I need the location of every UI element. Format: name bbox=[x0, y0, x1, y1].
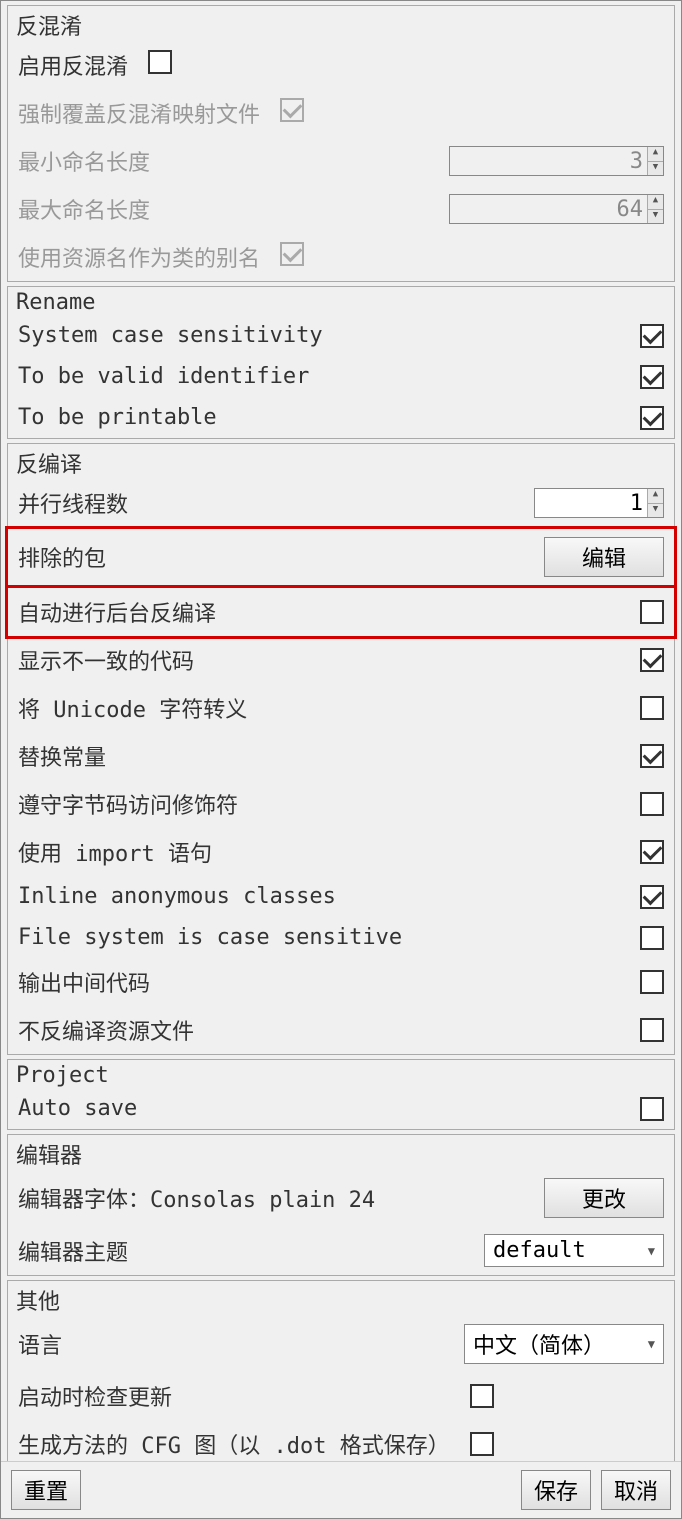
label-editor-theme: 编辑器主题 bbox=[18, 1235, 128, 1267]
section-other: 其他 语言 中文（简体） ▼ 启动时检查更新 生成方法的 CFG 图（以 .do… bbox=[7, 1280, 675, 1461]
checkbox-auto-bg[interactable] bbox=[640, 600, 664, 624]
checkbox-inline-anon[interactable] bbox=[640, 885, 664, 909]
checkbox-gen-cfg-dot[interactable] bbox=[470, 1432, 494, 1456]
section-title-editor: 编辑器 bbox=[8, 1135, 674, 1170]
checkbox-use-res-name bbox=[280, 242, 304, 266]
section-title-decomp: 反编译 bbox=[8, 444, 674, 479]
label-valid-id: To be valid identifier bbox=[18, 364, 309, 389]
footer: 重置 保存 取消 bbox=[1, 1461, 681, 1518]
select-theme[interactable]: default ▼ bbox=[484, 1234, 664, 1267]
checkbox-auto-save[interactable] bbox=[640, 1097, 664, 1121]
label-no-decomp-res: 不反编译资源文件 bbox=[18, 1014, 194, 1046]
label-output-intermediate: 输出中间代码 bbox=[18, 966, 150, 998]
checkbox-no-decomp-res[interactable] bbox=[640, 1018, 664, 1042]
section-editor: 编辑器 编辑器字体：Consolas plain 24 更改 编辑器主题 def… bbox=[7, 1134, 675, 1276]
label-respect-access: 遵守字节码访问修饰符 bbox=[18, 788, 238, 820]
section-title-other: 其他 bbox=[8, 1281, 674, 1316]
section-rename: Rename System case sensitivity To be val… bbox=[7, 286, 675, 439]
checkbox-case-sens[interactable] bbox=[640, 324, 664, 348]
label-use-import: 使用 import 语句 bbox=[18, 836, 212, 868]
label-auto-save: Auto save bbox=[18, 1096, 137, 1121]
chevron-down-icon: ▼ bbox=[648, 1244, 655, 1258]
label-inline-anon: Inline anonymous classes bbox=[18, 884, 336, 909]
label-case-sens: System case sensitivity bbox=[18, 323, 323, 348]
checkbox-check-update[interactable] bbox=[470, 1384, 494, 1408]
label-fs-case-sens: File system is case sensitive bbox=[18, 925, 402, 950]
label-threads: 并行线程数 bbox=[18, 487, 128, 519]
section-project: Project Auto save bbox=[7, 1059, 675, 1130]
checkbox-force-overwrite bbox=[280, 98, 304, 122]
spinner-up-icon: ▲ bbox=[648, 147, 663, 162]
section-title-rename: Rename bbox=[8, 287, 674, 315]
label-language: 语言 bbox=[18, 1328, 62, 1360]
label-check-update: 启动时检查更新 bbox=[18, 1380, 172, 1412]
spinner-threads[interactable]: 1 ▲▼ bbox=[534, 488, 664, 518]
spinner-down-icon: ▼ bbox=[648, 210, 663, 224]
checkbox-printable[interactable] bbox=[640, 406, 664, 430]
section-title-deobf: 反混淆 bbox=[8, 6, 674, 41]
label-max-len: 最大命名长度 bbox=[18, 193, 150, 225]
checkbox-enable-deobf[interactable] bbox=[148, 50, 172, 74]
label-excluded: 排除的包 bbox=[18, 541, 106, 573]
label-enable-deobf: 启用反混淆 bbox=[18, 49, 128, 81]
label-editor-font: 编辑器字体：Consolas plain 24 bbox=[18, 1182, 375, 1214]
checkbox-valid-id[interactable] bbox=[640, 365, 664, 389]
checkbox-fs-case-sens[interactable] bbox=[640, 926, 664, 950]
reset-button[interactable]: 重置 bbox=[11, 1470, 81, 1510]
spinner-down-icon: ▼ bbox=[648, 162, 663, 176]
label-show-inconsistent: 显示不一致的代码 bbox=[18, 644, 194, 676]
spinner-up-icon: ▲ bbox=[648, 195, 663, 210]
label-auto-bg: 自动进行后台反编译 bbox=[18, 596, 216, 628]
spinner-down-icon[interactable]: ▼ bbox=[648, 504, 663, 518]
chevron-down-icon: ▼ bbox=[648, 1337, 655, 1351]
section-deobfuscation: 反混淆 启用反混淆 强制覆盖反混淆映射文件 最小命名长度 3 ▲▼ 最大命名长度… bbox=[7, 5, 675, 282]
section-decompile: 反编译 并行线程数 1 ▲▼ 排除的包 编辑 自动进行后台反编译 显示不一致的代… bbox=[7, 443, 675, 1055]
edit-excluded-button[interactable]: 编辑 bbox=[544, 537, 664, 577]
label-force-overwrite: 强制覆盖反混淆映射文件 bbox=[18, 97, 260, 129]
checkbox-replace-const[interactable] bbox=[640, 744, 664, 768]
select-language[interactable]: 中文（简体） ▼ bbox=[464, 1324, 664, 1364]
checkbox-unicode-esc[interactable] bbox=[640, 696, 664, 720]
label-replace-const: 替换常量 bbox=[18, 740, 106, 772]
label-unicode-esc: 将 Unicode 字符转义 bbox=[18, 692, 247, 724]
spinner-min-len: 3 ▲▼ bbox=[449, 146, 664, 176]
checkbox-respect-access[interactable] bbox=[640, 792, 664, 816]
spinner-up-icon[interactable]: ▲ bbox=[648, 489, 663, 504]
label-min-len: 最小命名长度 bbox=[18, 145, 150, 177]
spinner-max-len: 64 ▲▼ bbox=[449, 194, 664, 224]
save-button[interactable]: 保存 bbox=[521, 1470, 591, 1510]
section-title-project: Project bbox=[8, 1060, 674, 1088]
cancel-button[interactable]: 取消 bbox=[601, 1470, 671, 1510]
label-use-res-name: 使用资源名作为类的别名 bbox=[18, 241, 260, 273]
checkbox-output-intermediate[interactable] bbox=[640, 970, 664, 994]
checkbox-use-import[interactable] bbox=[640, 840, 664, 864]
label-printable: To be printable bbox=[18, 405, 217, 430]
checkbox-show-inconsistent[interactable] bbox=[640, 648, 664, 672]
label-gen-cfg-dot: 生成方法的 CFG 图（以 .dot 格式保存） bbox=[18, 1428, 450, 1460]
change-font-button[interactable]: 更改 bbox=[544, 1178, 664, 1218]
